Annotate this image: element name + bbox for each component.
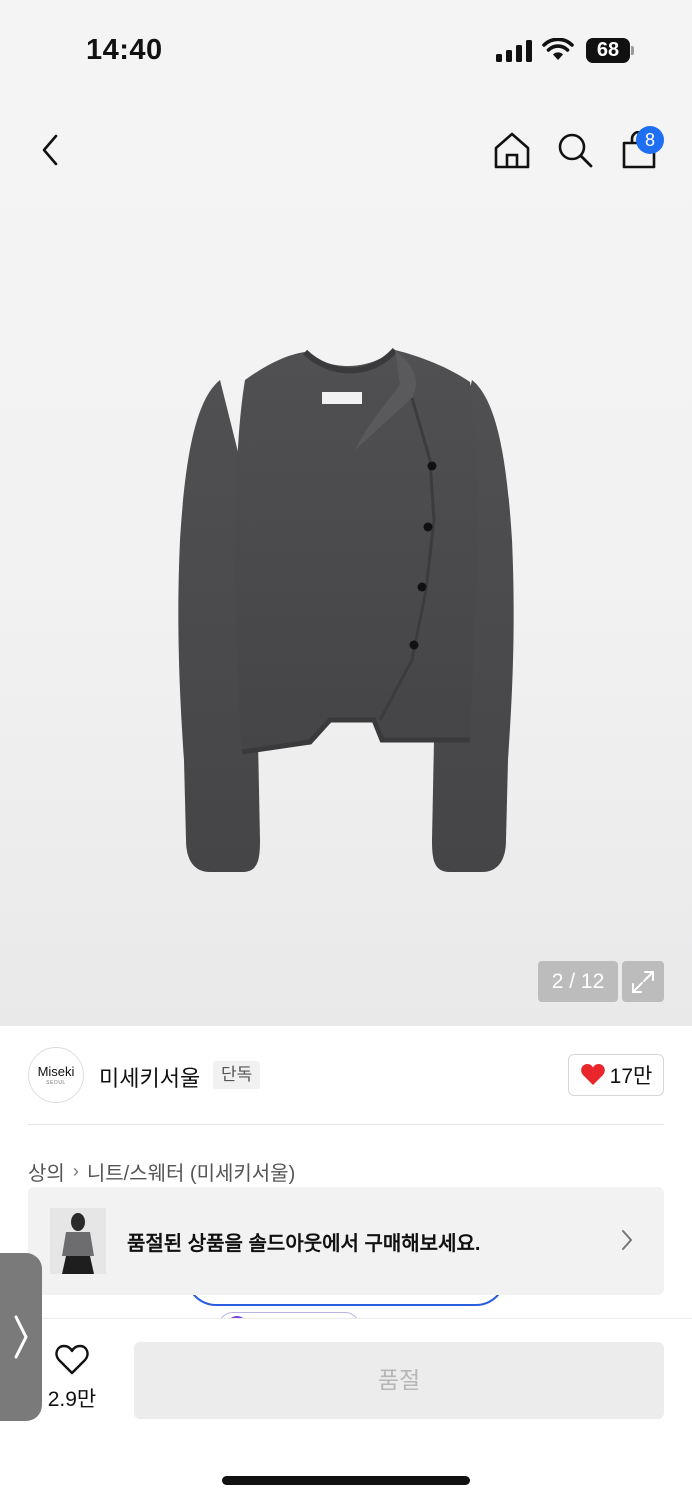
divider [28, 1124, 664, 1125]
soldout-thumbnail [50, 1208, 106, 1274]
cart-count-badge: 8 [636, 126, 664, 154]
image-counter: 2 / 12 [538, 961, 618, 1002]
search-button[interactable] [551, 126, 599, 174]
chevron-left-icon [42, 134, 58, 166]
status-time: 14:40 [86, 34, 163, 66]
breadcrumb: 상의 › 니트/스웨터 (미세키서울) [28, 1157, 295, 1186]
chevron-right-icon [622, 1230, 633, 1250]
brand-logo-subtext: SEOUL [46, 1080, 66, 1086]
breadcrumb-category[interactable]: 상의 [28, 1157, 65, 1186]
soldout-banner-text: 품절된 상품을 솔드아웃에서 구매해보세요. [127, 1233, 481, 1255]
battery-cap [631, 46, 634, 55]
wifi-icon [542, 38, 574, 60]
side-drawer-tab[interactable] [0, 1253, 42, 1421]
wishlist-button[interactable]: 2.9만 [36, 1344, 108, 1414]
home-button[interactable] [488, 126, 536, 174]
chevron-right-icon: › [72, 1161, 79, 1181]
expand-icon [632, 970, 654, 993]
soldout-buy-button[interactable]: 품절 [134, 1342, 664, 1419]
cellular-signal-icon [496, 40, 532, 62]
product-photo[interactable] [150, 340, 542, 880]
search-icon [558, 133, 593, 168]
heart-filled-icon [580, 1064, 605, 1085]
expand-image-button[interactable] [622, 961, 664, 1002]
breadcrumb-subcategory[interactable]: 니트/스웨터 (미세키서울) [87, 1157, 295, 1186]
exclusive-badge: 단독 [213, 1061, 261, 1089]
soldout-banner[interactable]: 품절된 상품을 솔드아웃에서 구매해보세요. [28, 1187, 664, 1295]
brand-logo-text: Miseki [37, 1064, 75, 1079]
home-indicator [222, 1476, 470, 1485]
home-icon [494, 132, 530, 169]
wishlist-count: 2.9만 [47, 1388, 97, 1411]
battery-icon: 68 [586, 38, 630, 63]
back-button[interactable] [26, 126, 74, 174]
heart-outline-icon [55, 1344, 89, 1375]
brand-name[interactable]: 미세키서울 [99, 1061, 200, 1093]
brand-like-count: 17만 [609, 1065, 653, 1088]
brand-logo[interactable]: Miseki SEOUL [28, 1047, 84, 1103]
brand-like-button[interactable]: 17만 [568, 1054, 664, 1096]
chevron-right-icon [14, 1315, 28, 1359]
